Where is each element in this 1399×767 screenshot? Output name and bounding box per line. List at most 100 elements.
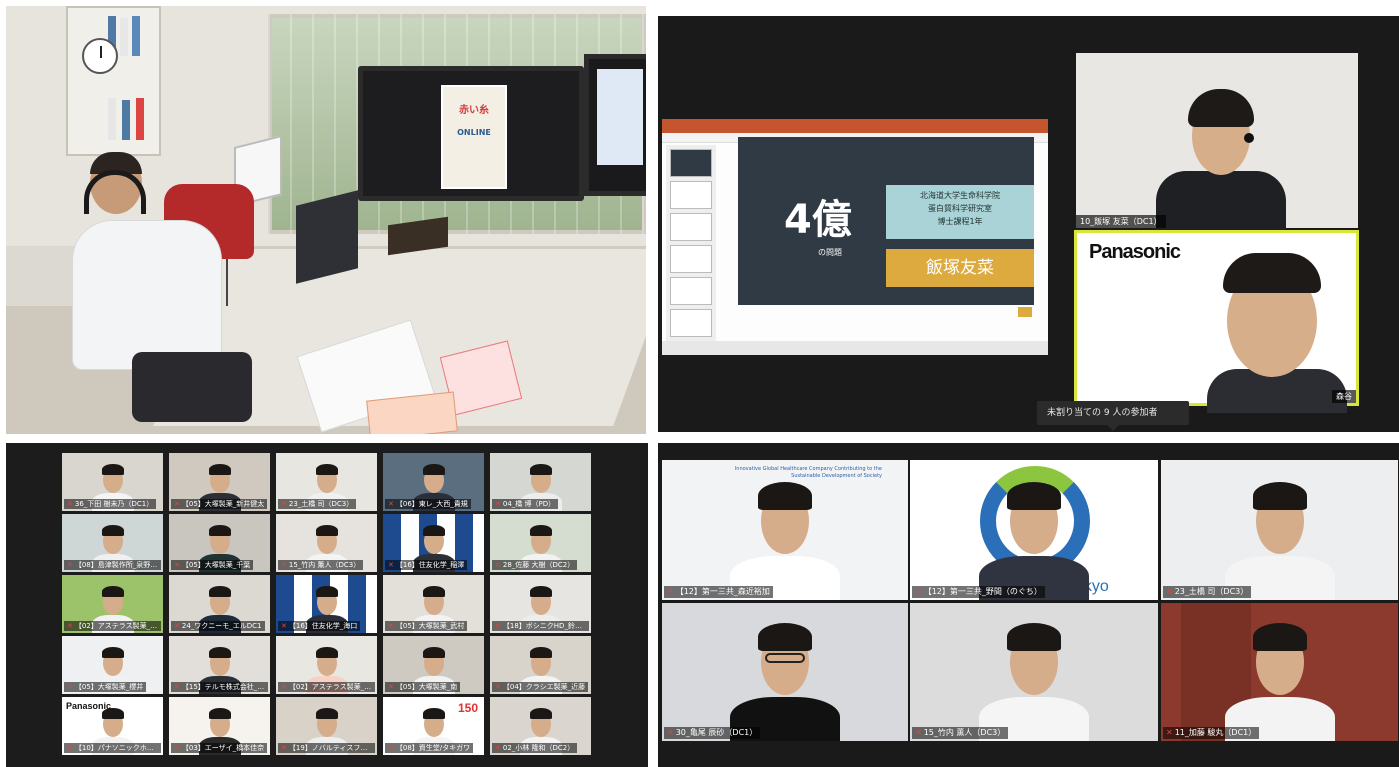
video-tile-presenter[interactable]: 10_飯塚 友菜（DC1） [1076,53,1358,241]
participant-tile[interactable]: Daiichi-Sankyo✕【12】第一三共_野間（のぐち） [910,460,1158,600]
participant-name: ✕ 04_橋 博（PD） [492,499,559,509]
participant-hair [316,525,338,536]
powerpoint-share: 4億 の問題 北海道大学生命科学院 蛋白質科学研究室 博士課程1年 飯塚友菜 [662,119,1048,355]
headset-icon [1244,133,1254,143]
participant-name: ✕ 【15】テルモ株式会社_水田 [171,682,268,692]
mic-muted-icon: ✕ [495,500,501,508]
participant-name: ✕【10】パナソニックホールディングス... [64,743,161,753]
participant-tile[interactable]: ✕ 【05】大塚製薬_新井健太 [169,453,270,511]
participant-tile[interactable]: ✕ 【02】アステラス製薬_北田 [276,636,377,694]
participant-name: 森谷 [1332,390,1356,403]
slide-thumb[interactable] [670,309,712,337]
mic-muted-icon: ✕ [174,622,180,630]
participant-hair [102,647,124,658]
mic-muted-icon: ✕ [388,561,394,569]
participant-name: ✕ 【02】アステラス製薬_北田 [278,682,375,692]
participant-hair [1007,623,1061,651]
participant-tile[interactable]: ✕ 30_亀尾 辰砂（DC1） [662,603,908,741]
participant-tile[interactable]: ✕ 15_竹内 薫人（DC3） [276,514,377,572]
participant-tile[interactable]: ✕ 【03】エーザイ_橋本佳奈 [169,697,270,755]
mic-muted-icon: ✕ [915,587,922,596]
participant-name: ✕ 【05】大塚製薬_櫻井 [64,682,147,692]
slide-thumb[interactable] [670,149,712,177]
participant-tile[interactable]: ✕ 28_佐藤 大樹（DC2） [490,514,591,572]
participant-name: ✕ 【02】アステラス製薬_菅野 [64,621,161,631]
participant-tile[interactable]: ✕ 【18】ボシニクHD_鈴木 正明 [490,575,591,633]
mic-muted-icon: ✕ [174,500,180,508]
powerpoint-titlebar [662,119,1048,133]
participant-name: ✕ 【04】クラシエ製薬_近藤 [492,682,589,692]
participant-name: ✕ 02_小林 隆和（DC2） [492,743,578,753]
powerpoint-statusbar [662,341,1048,355]
company-banner: Innovative Global Healthcare Company Con… [734,466,882,479]
participant-tile[interactable]: ✕ 【15】テルモ株式会社_水田 [169,636,270,694]
mic-muted-icon: ✕ [281,683,287,691]
participant-tile[interactable]: ✕ 23_土橋 司（DC3） [276,453,377,511]
participant-name: ✕ 【05】大塚製薬_武村 [385,621,468,631]
mic-muted-icon: ✕ [67,622,73,630]
mic-muted-icon: ✕ [67,561,73,569]
participant-name: ✕ 30_亀尾 辰砂（DC1） [664,727,761,739]
participant-tile[interactable]: ✕ 36_下田 樹未乃（DC1） [62,453,163,511]
participant-name: ✕ 【16】住友化学_海口 [278,621,361,631]
participant-tile[interactable]: Innovative Global Healthcare Company Con… [662,460,908,600]
participant-hair [209,647,231,658]
participant-name: ✕ 【12】第一三共_野間（のぐち） [912,586,1045,598]
participant-name: ✕ 24_ワクニーモ_エルDC1 [171,621,265,631]
participant-hair [1252,623,1307,651]
participant-tile[interactable]: ✕ 【05】大塚製薬_櫻井 [62,636,163,694]
slide-thumb[interactable] [670,213,712,241]
participant-tile[interactable]: ✕ 【05】大塚製薬_武村 [383,575,484,633]
participant-tile[interactable]: ✕ 24_ワクニーモ_エルDC1 [169,575,270,633]
participant-tile[interactable]: Panasonic✕【10】パナソニックホールディングス... [62,697,163,755]
participant-hair [423,525,445,536]
participant-name: ✕ 23_土橋 司（DC3） [1163,586,1252,598]
slide-affiliation: 北海道大学生命科学院 蛋白質科学研究室 博士課程1年 [886,185,1034,239]
participant-tile[interactable]: ✕ 【02】アステラス製薬_菅野 [62,575,163,633]
participant-tile[interactable]: ✕ 【05】大塚製薬_千葉 [169,514,270,572]
participant-name: ✕ 【08】島津製作所_泉野美聡 [64,560,161,570]
slide-thumb[interactable] [670,181,712,209]
participant-name: ✕ 【05】大塚製薬_千葉 [171,560,254,570]
participant-tile[interactable]: ✕ 04_橋 博（PD） [490,453,591,511]
participant-tile[interactable]: ✕ 11_加藤 駿丸（DC1） [1161,603,1398,741]
participant-hair [530,647,552,658]
participant-name: 10_飯塚 友菜（DC1） [1076,215,1166,228]
participant-tile[interactable]: ✕【19】ノバルティスファーマ_NPKK_S... [276,697,377,755]
mic-muted-icon: ✕ [495,622,501,630]
participant-name: ✕ 15_竹内 薫人（DC3） [278,560,364,570]
mic-muted-icon: ✕ [174,683,180,691]
participant-tile[interactable]: ✕ 【05】大塚製薬_南 [383,636,484,694]
participant-hair [423,647,445,658]
participant-tile[interactable]: 150 ✕ 【08】資生堂/タキガワ [383,697,484,755]
slide-thumb[interactable] [670,245,712,273]
mic-muted-icon: ✕ [281,622,287,630]
participant-tile[interactable]: ✕ 【04】クラシエ製薬_近藤 [490,636,591,694]
second-monitor [584,54,646,196]
participant-tile[interactable]: ✕ 15_竹内 薫人（DC3） [910,603,1158,741]
participant-tile[interactable]: ✕ 【06】東レ_大西_貴規 [383,453,484,511]
poster-subtitle: ONLINE [457,128,491,137]
participant-hair [102,464,124,475]
event-poster: 赤い糸 ONLINE [441,85,507,189]
mic-muted-icon: ✕ [388,622,394,630]
participant-tile[interactable]: ✕ 23_土橋 司（DC3） [1161,460,1398,600]
participant-tile[interactable]: ✕ 02_小林 隆和（DC2） [490,697,591,755]
participant-hair [423,708,445,719]
slide-thumb[interactable] [670,277,712,305]
current-slide: 4億 の問題 北海道大学生命科学院 蛋白質科学研究室 博士課程1年 飯塚友菜 [738,137,1034,317]
gallery-view-large: Innovative Global Healthcare Company Con… [658,443,1399,767]
participant-name: ✕ 【12】第一三共_森近裕加 [664,586,773,598]
video-tile-speaker[interactable]: Panasonic 森谷 [1074,230,1359,413]
participant-hair [102,525,124,536]
participant-tile[interactable]: ✕ 【16】住友化学_稲澤 [383,514,484,572]
mic-muted-icon: ✕ [67,683,73,691]
slide-thumbnails [666,145,716,345]
participant-name: ✕ 【06】東レ_大西_貴規 [385,499,471,509]
gallery-view-small: ✕ 36_下田 樹未乃（DC1） ✕ 【05】大塚製薬_新井健太 ✕ 23_土橋 司（DC… [6,443,648,767]
mic-muted-icon: ✕ [667,728,674,737]
participant-hair [209,586,231,597]
participant-hair [209,464,231,475]
participant-tile[interactable]: ✕ 【08】島津製作所_泉野美聡 [62,514,163,572]
participant-tile[interactable]: ✕ 【16】住友化学_海口 [276,575,377,633]
